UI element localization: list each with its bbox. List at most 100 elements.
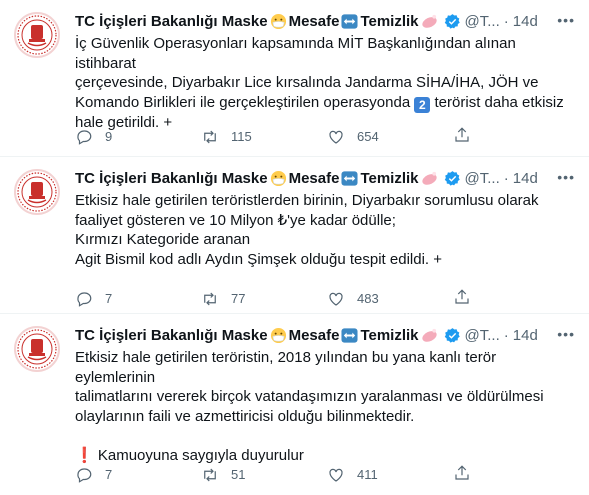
reply-count: 9	[105, 129, 113, 144]
display-name-2[interactable]: Mesafe	[289, 170, 340, 187]
tweet-actions: 7 51 411	[75, 464, 579, 485]
retweet-icon	[204, 468, 216, 481]
avatar[interactable]	[14, 12, 60, 58]
ministry-logo-icon	[17, 329, 57, 369]
tweet-text-line: olaylarının faili ve azmettiricisi olduğ…	[75, 407, 415, 425]
tweet-text-line: Komando Birlikleri ile gerçekleştirilen …	[75, 93, 579, 113]
display-name[interactable]: TC İçişleri Bakanlığı Maske	[75, 170, 268, 187]
display-name-3[interactable]: Temizlik	[360, 327, 418, 344]
soap-emoji-icon	[421, 171, 437, 185]
handle[interactable]: @T...	[465, 170, 500, 187]
reply-icon	[77, 467, 92, 483]
tweet-text-line: Etkisiz hale getirilen teröristlerden bi…	[75, 192, 539, 209]
verified-badge-icon	[444, 327, 460, 343]
tweet-text-fragment: terörist daha etkisiz	[434, 93, 564, 111]
share-button[interactable]	[453, 464, 471, 485]
ministry-logo-icon	[17, 172, 57, 212]
display-name[interactable]: TC İçişleri Bakanlığı Maske	[75, 327, 268, 344]
heart-icon	[329, 292, 343, 306]
verified-badge-icon	[444, 13, 460, 29]
soap-emoji-icon	[421, 328, 437, 342]
tweet[interactable]: TC İçişleri Bakanlığı Maske Mesafe Temiz…	[0, 157, 589, 314]
display-name-3[interactable]: Temizlik	[360, 13, 418, 30]
left-right-arrow-emoji-icon	[341, 13, 358, 29]
tweet-text-line: faaliyet gösteren ve 10 Milyon ₺'ye kada…	[75, 211, 396, 229]
tweet-header: TC İçişleri Bakanlığı Maske Mesafe Temiz…	[75, 167, 579, 189]
verified-badge-icon	[444, 170, 460, 186]
retweet-icon	[204, 130, 216, 143]
separator-dot: ·	[503, 169, 509, 187]
reply-button[interactable]: 7	[75, 290, 201, 308]
tweet-text-line: ❗ Kamuoyuna saygıyla duyurulur	[75, 446, 579, 466]
reply-count: 7	[105, 467, 113, 482]
share-button[interactable]	[453, 126, 471, 147]
retweet-button[interactable]: 115	[201, 128, 327, 146]
tweet-text-line: çerçevesinde, Diyarbakır Lice kırsalında…	[75, 74, 539, 91]
avatar[interactable]	[14, 169, 60, 215]
tweet-text: İç Güvenlik Operasyonları kapsamında MİT…	[75, 34, 579, 132]
more-options-icon[interactable]: •••	[557, 326, 575, 342]
tweet-header: TC İçişleri Bakanlığı Maske Mesafe Temiz…	[75, 10, 579, 32]
share-icon	[455, 289, 469, 304]
left-right-arrow-emoji-icon	[341, 327, 358, 343]
avatar[interactable]	[14, 326, 60, 372]
keycap-digit-emoji: 2	[414, 96, 431, 113]
soap-emoji-icon	[421, 14, 437, 28]
handle[interactable]: @T...	[465, 327, 500, 344]
reply-count: 7	[105, 291, 113, 306]
tweet[interactable]: TC İçişleri Bakanlığı Maske Mesafe Temiz…	[0, 0, 589, 157]
share-button[interactable]	[453, 288, 471, 309]
retweet-button[interactable]: 51	[201, 466, 327, 484]
like-button[interactable]: 411	[327, 466, 453, 484]
mask-face-emoji-icon	[270, 170, 286, 186]
like-button[interactable]: 654	[327, 128, 453, 146]
display-name-2[interactable]: Mesafe	[289, 13, 340, 30]
retweet-button[interactable]: 77	[201, 290, 327, 308]
timestamp[interactable]: 14d	[513, 327, 538, 344]
reply-button[interactable]: 7	[75, 466, 201, 484]
tweet-header: TC İçişleri Bakanlığı Maske Mesafe Temiz…	[75, 324, 579, 346]
tweet-text-line: İç Güvenlik Operasyonları kapsamında MİT…	[75, 35, 516, 72]
heart-icon	[329, 130, 343, 144]
reply-icon	[77, 291, 92, 307]
handle[interactable]: @T...	[465, 13, 500, 30]
tweet-text-fragment: Kamuoyuna saygıyla duyurulur	[97, 446, 304, 464]
like-count: 483	[357, 291, 379, 306]
share-icon	[455, 127, 469, 142]
tweet-actions: 7 77 483	[75, 288, 579, 309]
tweet[interactable]: TC İçişleri Bakanlığı Maske Mesafe Temiz…	[0, 314, 589, 495]
retweet-icon	[204, 292, 216, 305]
more-options-icon[interactable]: •••	[557, 12, 575, 28]
tweet-actions: 9 115 654	[75, 126, 579, 147]
separator-dot: ·	[503, 326, 509, 344]
tweet-text-line: Agit Bismil kod adlı Aydın Şimşek olduğu…	[75, 250, 443, 268]
display-name-2[interactable]: Mesafe	[289, 327, 340, 344]
like-count: 411	[357, 467, 378, 482]
left-right-arrow-emoji-icon	[341, 170, 358, 186]
like-count: 654	[357, 129, 379, 144]
like-button[interactable]: 483	[327, 290, 453, 308]
timestamp[interactable]: 14d	[513, 13, 538, 30]
tweet-text: Etkisiz hale getirilen teröristlerden bi…	[75, 191, 579, 269]
display-name-3[interactable]: Temizlik	[360, 170, 418, 187]
more-options-icon[interactable]: •••	[557, 169, 575, 185]
display-name[interactable]: TC İçişleri Bakanlığı Maske	[75, 13, 268, 30]
retweet-count: 51	[231, 467, 246, 482]
tweet-feed: TC İçişleri Bakanlığı Maske Mesafe Temiz…	[0, 0, 589, 495]
mask-face-emoji-icon	[270, 13, 286, 29]
exclamation-emoji-icon: ❗	[75, 446, 94, 464]
retweet-count: 115	[231, 129, 252, 144]
tweet-text-line: Etkisiz hale getirilen teröristin, 2018 …	[75, 349, 497, 386]
tweet-text-line: Kırmızı Kategoride aranan	[75, 231, 251, 248]
separator-dot: ·	[503, 12, 509, 30]
retweet-count: 77	[231, 291, 246, 306]
reply-button[interactable]: 9	[75, 128, 201, 146]
tweet-text-fragment: Komando Birlikleri ile gerçekleştirilen …	[75, 93, 411, 111]
mask-face-emoji-icon	[270, 327, 286, 343]
share-icon	[455, 465, 469, 480]
tweet-text-line: talimatlarını vererek birçok vatandaşımı…	[75, 388, 544, 405]
timestamp[interactable]: 14d	[513, 170, 538, 187]
ministry-logo-icon	[17, 15, 57, 55]
heart-icon	[329, 468, 343, 482]
